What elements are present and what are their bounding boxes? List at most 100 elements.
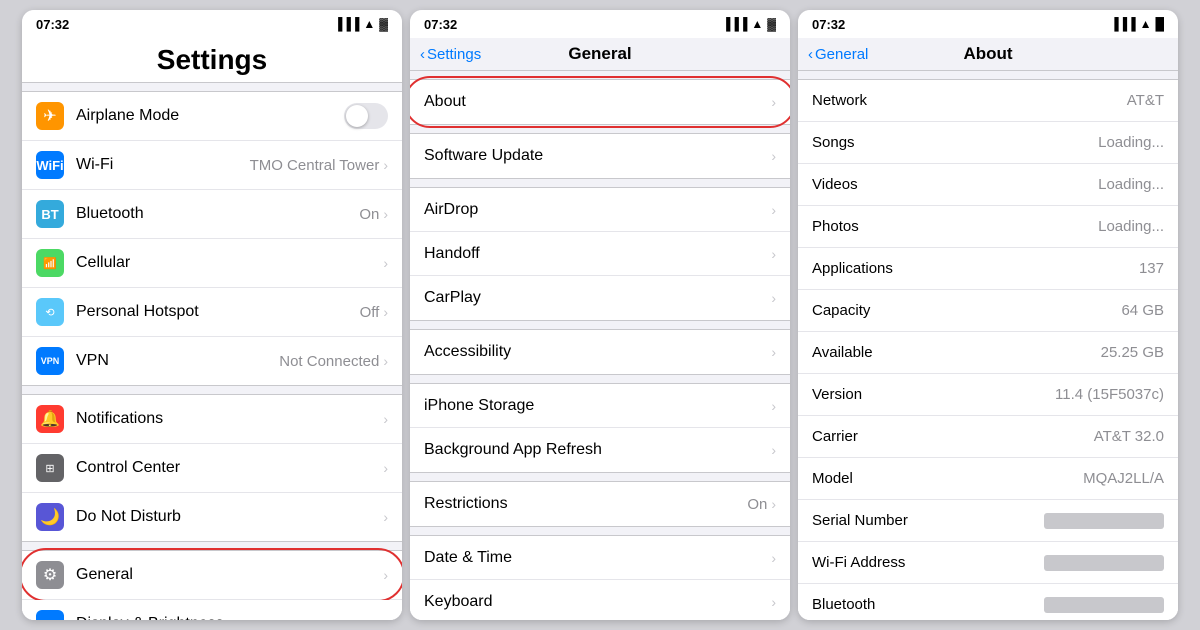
back-label-2[interactable]: General	[815, 46, 868, 63]
signal-icon: ▐▐▐	[334, 17, 360, 31]
section-datetime: Date & Time › Keyboard ›	[410, 535, 790, 620]
screen1-settings: 07:32 ▐▐▐ ▲ ▓ Settings ✈ Airplane Mode	[22, 10, 402, 620]
version-label: Version	[812, 386, 1055, 403]
iphone-storage-label: iPhone Storage	[424, 397, 771, 415]
about-row-videos: Videos Loading...	[798, 164, 1178, 206]
about-row-carrier: Carrier AT&T 32.0	[798, 416, 1178, 458]
alerts-group: 🔔 Notifications › ⊞ Control Center › 🌙 D…	[22, 394, 402, 542]
model-label: Model	[812, 470, 1083, 487]
section-restrictions: Restrictions On ›	[410, 481, 790, 527]
hotspot-value: Off	[360, 304, 380, 321]
row-wifi[interactable]: WiFi Wi-Fi TMO Central Tower ›	[22, 141, 402, 190]
background-refresh-chevron: ›	[771, 442, 776, 458]
airplane-toggle[interactable]	[344, 103, 388, 129]
row-iphone-storage[interactable]: iPhone Storage ›	[410, 384, 790, 428]
photos-label: Photos	[812, 218, 1098, 235]
status-bar-1: 07:32 ▐▐▐ ▲ ▓	[22, 10, 402, 38]
hotspot-icon: ⟲	[36, 298, 64, 326]
about-row-applications: Applications 137	[798, 248, 1178, 290]
restrictions-group: Restrictions On ›	[410, 481, 790, 527]
row-handoff[interactable]: Handoff ›	[410, 232, 790, 276]
status-icons-3: ▐▐▐ ▲ █	[1110, 17, 1164, 31]
handoff-label: Handoff	[424, 245, 771, 263]
vpn-chevron: ›	[383, 353, 388, 369]
control-center-chevron: ›	[383, 460, 388, 476]
songs-value: Loading...	[1098, 134, 1164, 151]
row-keyboard[interactable]: Keyboard ›	[410, 580, 790, 620]
row-notifications[interactable]: 🔔 Notifications ›	[22, 395, 402, 444]
battery-icon-2: ▓	[767, 17, 776, 31]
row-display[interactable]: AA Display & Brightness ›	[22, 600, 402, 620]
status-icons-2: ▐▐▐ ▲ ▓	[722, 17, 776, 31]
row-control-center[interactable]: ⊞ Control Center ›	[22, 444, 402, 493]
row-cellular[interactable]: 📶 Cellular ›	[22, 239, 402, 288]
songs-label: Songs	[812, 134, 1098, 151]
row-carplay[interactable]: CarPlay ›	[410, 276, 790, 320]
about-row-network: Network AT&T	[798, 80, 1178, 122]
date-time-chevron: ›	[771, 550, 776, 566]
section-accessibility: Accessibility ›	[410, 329, 790, 375]
section-connectivity: ✈ Airplane Mode WiFi Wi-Fi TMO Central T…	[22, 91, 402, 386]
row-vpn[interactable]: VPN VPN Not Connected ›	[22, 337, 402, 385]
row-airdrop[interactable]: AirDrop ›	[410, 188, 790, 232]
section-general-group: ⚙ General › AA Display & Brightness › 🖼 …	[22, 550, 402, 620]
hotspot-chevron: ›	[383, 304, 388, 320]
general-label: General	[76, 566, 383, 584]
capacity-label: Capacity	[812, 302, 1121, 319]
handoff-chevron: ›	[771, 246, 776, 262]
restrictions-value: On	[747, 496, 767, 513]
screen3-about: 07:32 ▐▐▐ ▲ █ ‹ General About Network	[798, 10, 1178, 620]
about-row-available: Available 25.25 GB	[798, 332, 1178, 374]
time-2: 07:32	[424, 17, 457, 32]
back-label[interactable]: Settings	[427, 46, 481, 63]
display-chevron: ›	[383, 616, 388, 620]
hotspot-label: Personal Hotspot	[76, 303, 360, 321]
row-airplane-mode[interactable]: ✈ Airplane Mode	[22, 92, 402, 141]
vpn-icon: VPN	[36, 347, 64, 375]
row-personal-hotspot[interactable]: ⟲ Personal Hotspot Off ›	[22, 288, 402, 337]
carrier-label: Carrier	[812, 428, 1094, 445]
about-row-bluetooth: Bluetooth	[798, 584, 1178, 620]
applications-value: 137	[1139, 260, 1164, 277]
general-chevron: ›	[383, 567, 388, 583]
general-screen: 07:32 ▐▐▐ ▲ ▓ ‹ Settings General About	[410, 10, 790, 620]
airplane-label: Airplane Mode	[76, 107, 344, 125]
row-general[interactable]: ⚙ General ›	[22, 551, 402, 600]
row-software-update[interactable]: Software Update ›	[410, 134, 790, 178]
sharing-group: AirDrop › Handoff › CarPlay ›	[410, 187, 790, 321]
bluetooth-label: Bluetooth	[76, 205, 359, 223]
section-software: Software Update ›	[410, 133, 790, 179]
about-row-photos: Photos Loading...	[798, 206, 1178, 248]
vpn-label: VPN	[76, 352, 279, 370]
general-content: About › Software Update ›	[410, 71, 790, 620]
status-bar-2: 07:32 ▐▐▐ ▲ ▓	[410, 10, 790, 38]
general-title: General	[568, 44, 631, 64]
row-accessibility[interactable]: Accessibility ›	[410, 330, 790, 374]
general-icon: ⚙	[36, 561, 64, 589]
datetime-group: Date & Time › Keyboard ›	[410, 535, 790, 620]
row-date-time[interactable]: Date & Time ›	[410, 536, 790, 580]
available-value: 25.25 GB	[1101, 344, 1164, 361]
row-background-refresh[interactable]: Background App Refresh ›	[410, 428, 790, 472]
about-content: Network AT&T Songs Loading... Videos Loa…	[798, 71, 1178, 620]
version-value: 11.4 (15F5037c)	[1055, 386, 1164, 403]
wifi-icon-2: ▲	[751, 17, 763, 31]
wifi-address-label: Wi-Fi Address	[812, 554, 1044, 571]
back-to-general[interactable]: ‹ General	[808, 46, 868, 63]
connectivity-group: ✈ Airplane Mode WiFi Wi-Fi TMO Central T…	[22, 91, 402, 386]
network-value: AT&T	[1127, 92, 1164, 109]
row-about[interactable]: About ›	[410, 80, 790, 124]
do-not-disturb-chevron: ›	[383, 509, 388, 525]
settings-content: ✈ Airplane Mode WiFi Wi-Fi TMO Central T…	[22, 83, 402, 620]
row-do-not-disturb[interactable]: 🌙 Do Not Disturb ›	[22, 493, 402, 541]
airdrop-chevron: ›	[771, 202, 776, 218]
settings-title: Settings	[157, 44, 267, 76]
back-chevron-icon-2: ‹	[808, 46, 813, 63]
display-icon: AA	[36, 610, 64, 620]
row-restrictions[interactable]: Restrictions On ›	[410, 482, 790, 526]
back-to-settings[interactable]: ‹ Settings	[420, 46, 481, 63]
airplane-icon: ✈	[36, 102, 64, 130]
notifications-chevron: ›	[383, 411, 388, 427]
iphone-storage-chevron: ›	[771, 398, 776, 414]
row-bluetooth[interactable]: BT Bluetooth On ›	[22, 190, 402, 239]
